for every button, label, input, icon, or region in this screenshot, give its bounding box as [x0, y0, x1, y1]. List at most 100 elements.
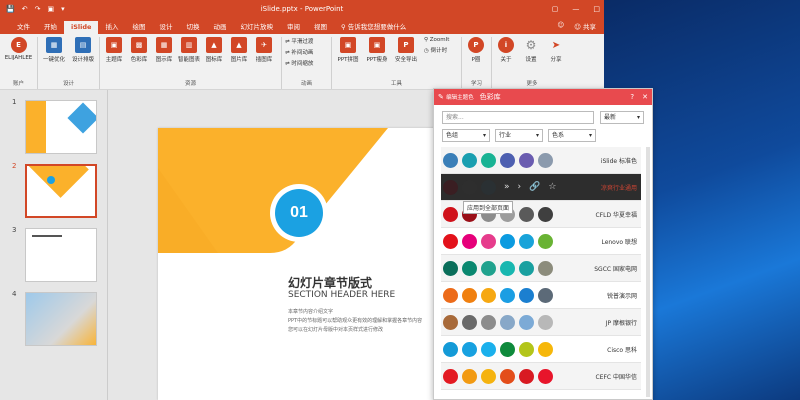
illustration-icon: ✈	[256, 37, 272, 53]
apply-single-icon[interactable]: ›	[518, 182, 522, 192]
safe-export-button[interactable]: P 安全导出	[393, 37, 419, 63]
chevron-down-icon: ▾	[535, 132, 539, 139]
smooth-transition-button[interactable]: ⇌ 平滑过渡	[285, 37, 328, 45]
save-icon[interactable]: 💾	[6, 5, 15, 13]
account-icon[interactable]: ☺	[557, 21, 564, 31]
palette-row[interactable]: Cisco 思科	[441, 336, 641, 363]
slide-thumbnail-1[interactable]	[25, 100, 97, 154]
color-library-button[interactable]: ▩ 色彩库	[128, 37, 150, 63]
search-input[interactable]: 搜索...	[442, 111, 594, 124]
color-swatch	[443, 287, 458, 303]
panel-scrollbar[interactable]	[646, 147, 650, 397]
group-label: 动画	[300, 81, 312, 87]
redo-icon[interactable]: ↷	[35, 5, 41, 13]
palette-row[interactable]: » › 🔗 ☆ 凉爽行业通用	[441, 174, 641, 201]
button-label: 色彩库	[130, 57, 148, 63]
window-title: iSlide.pptx - PowerPoint	[260, 5, 344, 13]
slide-thumbnail-2[interactable]	[25, 164, 97, 218]
icon-library-button[interactable]: ▲ 图标库	[203, 37, 225, 63]
minimize-icon[interactable]: —	[572, 5, 579, 13]
button-label: 智能图表	[178, 57, 201, 63]
color-swatch	[462, 260, 477, 276]
collage-icon: ▣	[340, 37, 356, 53]
button-label: 一键优化	[42, 57, 65, 63]
link-icon[interactable]: 🔗	[529, 182, 540, 192]
tab-home[interactable]: 开始	[37, 19, 64, 34]
tab-islide[interactable]: iSlide	[64, 21, 99, 34]
illustration-library-button[interactable]: ✈ 插图库	[253, 37, 275, 63]
one-click-optimize-button[interactable]: ▦ 一键优化	[41, 37, 67, 63]
palette-row[interactable]: JP 摩根银行	[441, 309, 641, 336]
filter-color-group[interactable]: 色组 ▾	[442, 129, 490, 142]
tab-transitions[interactable]: 切换	[179, 19, 206, 34]
time-scale-button[interactable]: ⇌ 时间缩放	[285, 59, 328, 67]
filter-industry[interactable]: 行业 ▾	[495, 129, 543, 142]
ribbon-group-account: E ELIJAHLEE 账户	[0, 37, 38, 89]
help-icon[interactable]: ?	[630, 93, 634, 101]
share-plugin-button[interactable]: ➤ 分享	[545, 37, 567, 64]
color-swatch	[519, 152, 534, 168]
palette-name: Lenovo 联想	[601, 238, 637, 246]
palette-row[interactable]: SGCC 国家电网	[441, 255, 641, 282]
color-swatch	[538, 152, 553, 168]
settings-button[interactable]: ⚙ 设置	[520, 37, 542, 63]
color-swatch	[481, 287, 496, 303]
theme-library-button[interactable]: ▣ 主题库	[103, 37, 125, 63]
slide-thumbnail-4[interactable]	[25, 292, 97, 346]
smart-chart-button[interactable]: ▥ 智能图表	[178, 37, 200, 63]
zoomit-button[interactable]: ⚲ ZoomIt	[424, 37, 449, 43]
tab-draw[interactable]: 绘图	[125, 19, 152, 34]
account-button[interactable]: E ELIJAHLEE	[3, 37, 34, 61]
slide-body: 本章节内容介绍文字 PPT中的节标题可以帮助观众更有效的理解和掌握各章节内容 您…	[288, 308, 438, 335]
color-swatch	[462, 287, 477, 303]
tell-me-search[interactable]: ⚲ 告诉我您想要做什么	[334, 19, 413, 34]
slide-thumbnail-3[interactable]	[25, 228, 97, 282]
palette-row[interactable]: CEFC 中国华信	[441, 363, 641, 390]
tab-insert[interactable]: 插入	[98, 19, 125, 34]
palette-name: CEFC 中国华信	[595, 373, 637, 381]
close-icon[interactable]: ✕	[642, 93, 648, 101]
p-circle-button[interactable]: P P圈	[465, 37, 487, 63]
sort-select[interactable]: 最新 ▾	[600, 111, 644, 124]
tab-design[interactable]: 设计	[152, 19, 179, 34]
image-library-button[interactable]: ▲ 图片库	[228, 37, 250, 63]
button-label: 设计排版	[71, 57, 94, 63]
palette-name: SGCC 国家电网	[594, 265, 637, 273]
undo-icon[interactable]: ↶	[22, 5, 28, 13]
color-swatch	[443, 368, 458, 384]
palette-row[interactable]: iSlide 标准色	[441, 147, 641, 174]
tween-animation-button[interactable]: ⇌ 补间动画	[285, 48, 328, 56]
ppt-slim-button[interactable]: ▣ PPT瘦身	[364, 37, 390, 63]
ppt-collage-button[interactable]: ▣ PPT拼图	[335, 37, 361, 63]
ribbon-display-icon[interactable]: ▢	[552, 5, 559, 13]
dropdown-icon[interactable]: ▾	[61, 5, 65, 13]
image-icon: ▲	[231, 37, 247, 53]
palette-row[interactable]: Lenovo 联想	[441, 228, 641, 255]
share-button[interactable]: ☺ 共享	[574, 21, 596, 31]
star-icon[interactable]: ☆	[548, 182, 556, 192]
layout-icon: ▤	[75, 37, 91, 53]
tab-view[interactable]: 视图	[307, 19, 334, 34]
edit-theme-color-button[interactable]: ✎ 编辑主题色	[438, 93, 474, 101]
countdown-button[interactable]: ◷ 倒计时	[424, 46, 449, 54]
about-button[interactable]: i 关于	[495, 37, 517, 63]
button-label: PPT瘦身	[366, 57, 388, 63]
filter-value: 行业	[499, 132, 512, 139]
current-slide[interactable]: 01 幻灯片章节版式 SECTION HEADER HERE 本章节内容介绍文字…	[158, 128, 448, 400]
palette-row[interactable]: 锐普演示网	[441, 282, 641, 309]
palette-name: JP 摩根银行	[605, 319, 637, 327]
tab-animations[interactable]: 动画	[206, 19, 233, 34]
tab-file[interactable]: 文件	[10, 19, 37, 34]
maximize-icon[interactable]: □	[593, 5, 600, 13]
tab-slideshow[interactable]: 幻灯片放映	[233, 19, 280, 34]
color-swatch	[462, 368, 477, 384]
tab-review[interactable]: 审阅	[280, 19, 307, 34]
button-label: 图标库	[205, 57, 223, 63]
filter-color-family[interactable]: 色系 ▾	[548, 129, 596, 142]
button-label: 平滑过渡	[291, 39, 314, 45]
diagram-library-button[interactable]: ▦ 图示库	[153, 37, 175, 63]
present-icon[interactable]: ▣	[47, 5, 54, 13]
apply-icon[interactable]: »	[504, 182, 510, 192]
design-layout-button[interactable]: ▤ 设计排版	[70, 37, 96, 63]
color-swatch	[538, 314, 553, 330]
